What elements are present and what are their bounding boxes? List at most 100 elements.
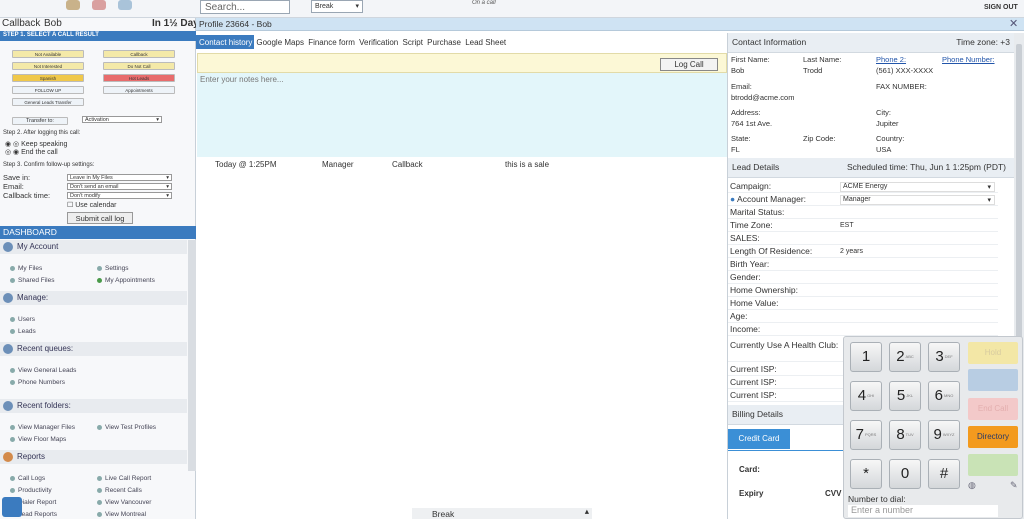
phone-number-label[interactable]: Phone Number: (942, 55, 995, 64)
directory-button[interactable]: Directory (968, 426, 1018, 448)
tab-lead-sheet[interactable]: Lead Sheet (463, 35, 506, 47)
address-value[interactable]: 764 1st Ave. (731, 119, 772, 128)
key-2[interactable]: 2ABC (889, 342, 921, 372)
lead-row-home-ownership[interactable]: Home Ownership: (728, 284, 998, 297)
section-reports[interactable]: Reports (0, 450, 187, 464)
app-logo-icon[interactable] (2, 497, 22, 517)
lead-row-time-zone[interactable]: Time Zone: EST (728, 219, 998, 232)
section-my-account[interactable]: My Account (0, 240, 187, 254)
country-value[interactable]: USA (876, 145, 891, 154)
link-view-montreal[interactable]: View Montreal (97, 511, 146, 518)
globe-icon[interactable]: ◍ (968, 480, 976, 491)
last-name-value[interactable]: Trodd (803, 66, 822, 75)
lead-row-length-of-residence[interactable]: Length Of Residence: 2 years (728, 245, 998, 258)
close-icon[interactable]: ✕ (1009, 17, 1018, 30)
phone2-label[interactable]: Phone 2: (876, 55, 906, 64)
link-productivity[interactable]: Productivity (10, 487, 52, 494)
number-to-dial-input[interactable]: Enter a number (848, 505, 998, 517)
account-manager-select[interactable]: Manager ▾ (840, 195, 995, 205)
key-6[interactable]: 6MNO (928, 381, 960, 411)
search-input[interactable]: Search... (200, 0, 290, 14)
key-5[interactable]: 5JKL (889, 381, 921, 411)
section-recent-folders[interactable]: Recent folders: (0, 399, 187, 413)
city-value[interactable]: Jupiter (876, 119, 899, 128)
link-view-test-profiles[interactable]: View Test Profiles (97, 424, 156, 431)
tab-purchase[interactable]: Purchase (425, 35, 461, 47)
campaign-select[interactable]: ACME Energy ▾ (840, 182, 995, 192)
lead-row-income[interactable]: Income: (728, 323, 998, 336)
key-9[interactable]: 9WXYZ (928, 420, 960, 450)
first-name-value[interactable]: Bob (731, 66, 744, 75)
result-appointments-button[interactable]: Appointments (103, 86, 175, 94)
use-calendar-checkbox[interactable]: ☐ Use calendar (67, 201, 116, 209)
break-bar[interactable]: Break ▴ (412, 506, 592, 519)
left-scrollbar[interactable] (188, 240, 196, 471)
result-hot-leads-button[interactable]: Hot Leads (103, 74, 175, 82)
key-1[interactable]: 1 (850, 342, 882, 372)
link-phone-numbers[interactable]: Phone Numbers (10, 379, 65, 386)
transfer-call-button[interactable] (968, 369, 1018, 391)
users-icon[interactable] (92, 0, 106, 10)
wrench-icon[interactable]: ✎ (1010, 480, 1018, 491)
email-select[interactable]: Don't send an email ▾ (67, 183, 172, 190)
phone2-value[interactable]: (561) XXX-XXXX (876, 66, 933, 75)
tab-google-maps[interactable]: Google Maps (254, 35, 304, 47)
tab-verification[interactable]: Verification (357, 35, 398, 47)
hold-button[interactable]: Hold (968, 342, 1018, 364)
section-manage[interactable]: Manage: (0, 291, 187, 305)
email-field-value[interactable]: btrodd@acme.com (731, 93, 794, 102)
save-in-select[interactable]: Leave in My Files ▾ (67, 174, 172, 181)
result-follow-up-button[interactable]: FOLLOW UP (12, 86, 84, 94)
history-row[interactable]: Today @ 1:25PM Manager Callback this is … (197, 158, 727, 170)
link-my-files[interactable]: My Files (10, 265, 42, 272)
log-call-button[interactable]: Log Call (660, 58, 718, 71)
section-recent-queues[interactable]: Recent queues: (0, 342, 187, 356)
result-callback-button[interactable]: Callback (103, 50, 175, 58)
transfer-select[interactable]: Activation ▾ (82, 116, 162, 123)
result-not-available-button[interactable]: Not Available (12, 50, 84, 58)
result-spanish-button[interactable]: Spanish (12, 74, 84, 82)
result-do-not-call-button[interactable]: Do Not Call (103, 62, 175, 70)
right-scrollbar-thumb[interactable] (1016, 44, 1022, 344)
notes-textarea[interactable]: Enter your notes here... (197, 73, 727, 157)
tab-script[interactable]: Script (400, 35, 422, 47)
tab-finance-form[interactable]: Finance form (306, 35, 355, 47)
lead-row-marital-status[interactable]: Marital Status: (728, 206, 998, 219)
key-3[interactable]: 3DEF (928, 342, 960, 372)
link-live-call-report[interactable]: Live Call Report (97, 475, 151, 482)
credit-card-tab[interactable]: Credit Card (728, 429, 790, 449)
phone-icon[interactable] (118, 0, 132, 10)
key-7[interactable]: 7PQRS (850, 420, 882, 450)
result-general-leads-transfer-button[interactable]: General Leads Transfer (12, 98, 84, 106)
key-hash[interactable]: # (928, 459, 960, 489)
sign-out-button[interactable]: SIGN OUT (984, 4, 1018, 11)
link-view-floor-maps[interactable]: View Floor Maps (10, 436, 66, 443)
call-button[interactable] (968, 454, 1018, 476)
link-leads[interactable]: Leads (10, 328, 36, 335)
link-view-manager-files[interactable]: View Manager Files (10, 424, 75, 431)
link-users[interactable]: Users (10, 316, 35, 323)
link-my-appointments[interactable]: My Appointments (97, 277, 155, 284)
link-settings[interactable]: Settings (97, 265, 129, 272)
link-view-general-leads[interactable]: View General Leads (10, 367, 76, 374)
lead-row-home-value[interactable]: Home Value: (728, 297, 998, 310)
home-icon[interactable] (66, 0, 80, 10)
lead-row-sales[interactable]: SALES: (728, 232, 998, 245)
state-value[interactable]: FL (731, 145, 740, 154)
key-star[interactable]: * (850, 459, 882, 489)
callback-time-select[interactable]: Don't modify ▾ (67, 192, 172, 199)
link-recent-calls[interactable]: Recent Calls (97, 487, 142, 494)
transfer-button[interactable]: Transfer to: (12, 117, 68, 125)
keep-speaking-radio[interactable]: ◉ ◎ Keep speaking (5, 140, 67, 148)
result-not-interested-button[interactable]: Not Interested (12, 62, 84, 70)
link-call-logs[interactable]: Call Logs (10, 475, 45, 482)
link-shared-files[interactable]: Shared Files (10, 277, 55, 284)
link-view-vancouver[interactable]: View Vancouver (97, 499, 151, 506)
lead-row-age[interactable]: Age: (728, 310, 998, 323)
key-4[interactable]: 4GHI (850, 381, 882, 411)
key-8[interactable]: 8TUV (889, 420, 921, 450)
key-0[interactable]: 0 (889, 459, 921, 489)
tab-contact-history[interactable]: Contact history (196, 35, 255, 49)
lead-row-birth-year[interactable]: Birth Year: (728, 258, 998, 271)
end-call-radio[interactable]: ◎ ◉ End the call (5, 148, 58, 156)
